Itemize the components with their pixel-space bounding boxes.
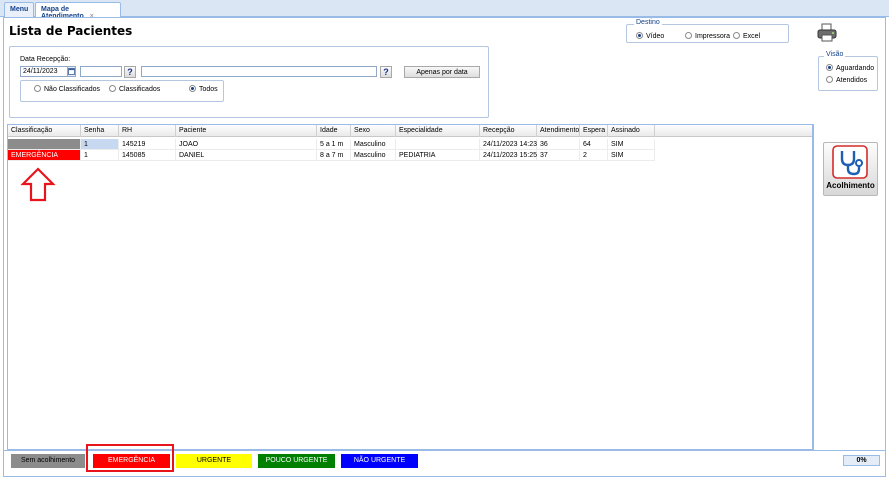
- tab-menu[interactable]: Menu: [4, 2, 34, 17]
- radio-icon: [685, 32, 692, 39]
- cell-paciente: DANIEL: [176, 150, 317, 161]
- cell-sexo: Masculino: [351, 139, 396, 150]
- arrow-up-icon: [20, 167, 56, 202]
- cell-especialidade: [396, 139, 480, 150]
- visao-group: [818, 56, 878, 91]
- radio-label: Aguardando: [836, 65, 875, 72]
- col-rh[interactable]: RH: [119, 125, 176, 137]
- cell-especialidade: PEDIATRIA: [396, 150, 480, 161]
- radio-aguardando[interactable]: Aguardando: [826, 63, 874, 72]
- legend-pouco-urgente: POUCO URGENTE: [258, 454, 335, 468]
- legend-sem-acolhimento: Sem acolhimento: [11, 454, 85, 468]
- progress-bar: 0%: [843, 455, 880, 466]
- radio-icon: [826, 76, 833, 83]
- cell-senha: 1: [81, 150, 119, 161]
- help-button-2[interactable]: ?: [380, 66, 392, 78]
- acolhimento-label: Acolhimento: [826, 181, 875, 190]
- progress-label: 0%: [856, 457, 867, 464]
- cell-rh: 145085: [119, 150, 176, 161]
- calendar-icon[interactable]: [67, 66, 76, 77]
- cell-idade: 8 a 7 m: [317, 150, 351, 161]
- description-input[interactable]: [141, 66, 377, 77]
- radio-icon: [34, 85, 41, 92]
- radio-icon: [636, 32, 643, 39]
- cell-classificacao: [8, 139, 81, 150]
- print-button[interactable]: [816, 22, 838, 42]
- cell-rh: 145219: [119, 139, 176, 150]
- printer-icon: [817, 23, 837, 42]
- code-input[interactable]: [80, 66, 122, 77]
- col-classificacao[interactable]: Classificação: [8, 125, 81, 137]
- radio-label: Atendidos: [836, 77, 868, 84]
- col-senha[interactable]: Senha: [81, 125, 119, 137]
- radio-todos[interactable]: Todos: [189, 84, 218, 93]
- radio-icon: [826, 64, 833, 71]
- destino-legend: Destino: [634, 19, 662, 26]
- col-idade[interactable]: Idade: [317, 125, 351, 137]
- stethoscope-icon: [832, 145, 868, 179]
- apenas-por-data-button[interactable]: Apenas por data: [404, 66, 480, 78]
- cell-atendimento: 37: [537, 150, 580, 161]
- cell-recepcao: 24/11/2023 14:23: [480, 139, 537, 150]
- cell-espera: 64: [580, 139, 608, 150]
- radio-icon: [109, 85, 116, 92]
- date-label: Data Recepção:: [20, 56, 71, 63]
- table-row[interactable]: 1 145219 JOAO 5 a 1 m Masculino 24/11/20…: [8, 139, 660, 150]
- cell-classificacao: EMERGÊNCIA: [8, 150, 81, 161]
- cell-assinado: SIM: [608, 139, 655, 150]
- acolhimento-button[interactable]: Acolhimento: [823, 142, 878, 196]
- cell-recepcao: 24/11/2023 15:25: [480, 150, 537, 161]
- cell-espera: 2: [580, 150, 608, 161]
- tab-strip: [0, 0, 889, 17]
- radio-label: Todos: [199, 86, 218, 93]
- table-row[interactable]: EMERGÊNCIA 1 145085 DANIEL 8 a 7 m Mascu…: [8, 150, 660, 161]
- radio-excel[interactable]: Excel: [733, 31, 760, 40]
- radio-impressora[interactable]: Impressora: [685, 31, 730, 40]
- radio-label: Classificados: [119, 86, 161, 93]
- col-paciente[interactable]: Paciente: [176, 125, 317, 137]
- date-input[interactable]: 24/11/2023: [20, 66, 68, 77]
- cell-idade: 5 a 1 m: [317, 139, 351, 150]
- tab-mapa-de-atendimento[interactable]: Mapa de Atendimento ×: [35, 2, 121, 20]
- radio-label: Impressora: [695, 33, 731, 40]
- col-recepcao[interactable]: Recepção: [480, 125, 537, 137]
- grid-header: Classificação Senha RH Paciente Idade Se…: [8, 125, 812, 137]
- cell-assinado: SIM: [608, 150, 655, 161]
- radio-classificados[interactable]: Classificados: [109, 84, 160, 93]
- col-atendimento[interactable]: Atendimento: [537, 125, 580, 137]
- col-sexo[interactable]: Sexo: [351, 125, 396, 137]
- tab-menu-label: Menu: [10, 6, 29, 13]
- cell-sexo: Masculino: [351, 150, 396, 161]
- radio-video[interactable]: Vídeo: [636, 31, 664, 40]
- col-espera[interactable]: Espera: [580, 125, 608, 137]
- cell-senha: 1: [81, 139, 119, 150]
- help-button-1[interactable]: ?: [124, 66, 136, 78]
- legend-urgente: URGENTE: [176, 454, 252, 468]
- radio-nao-classificados[interactable]: Não Classificados: [34, 84, 100, 93]
- legend-emergencia: EMERGÊNCIA: [93, 454, 170, 468]
- radio-label: Excel: [743, 33, 761, 40]
- cell-paciente: JOAO: [176, 139, 317, 150]
- col-assinado[interactable]: Assinado: [608, 125, 655, 137]
- patients-grid: Classificação Senha RH Paciente Idade Se…: [7, 124, 813, 450]
- radio-icon: [733, 32, 740, 39]
- radio-icon: [189, 85, 196, 92]
- cell-atendimento: 36: [537, 139, 580, 150]
- legend-nao-urgente: NÃO URGENTE: [341, 454, 418, 468]
- visao-legend: Visão: [824, 51, 846, 58]
- page-title: Lista de Pacientes: [9, 24, 133, 38]
- radio-atendidos[interactable]: Atendidos: [826, 75, 867, 84]
- col-especialidade[interactable]: Especialidade: [396, 125, 480, 137]
- radio-label: Vídeo: [646, 33, 665, 40]
- radio-label: Não Classificados: [44, 86, 101, 93]
